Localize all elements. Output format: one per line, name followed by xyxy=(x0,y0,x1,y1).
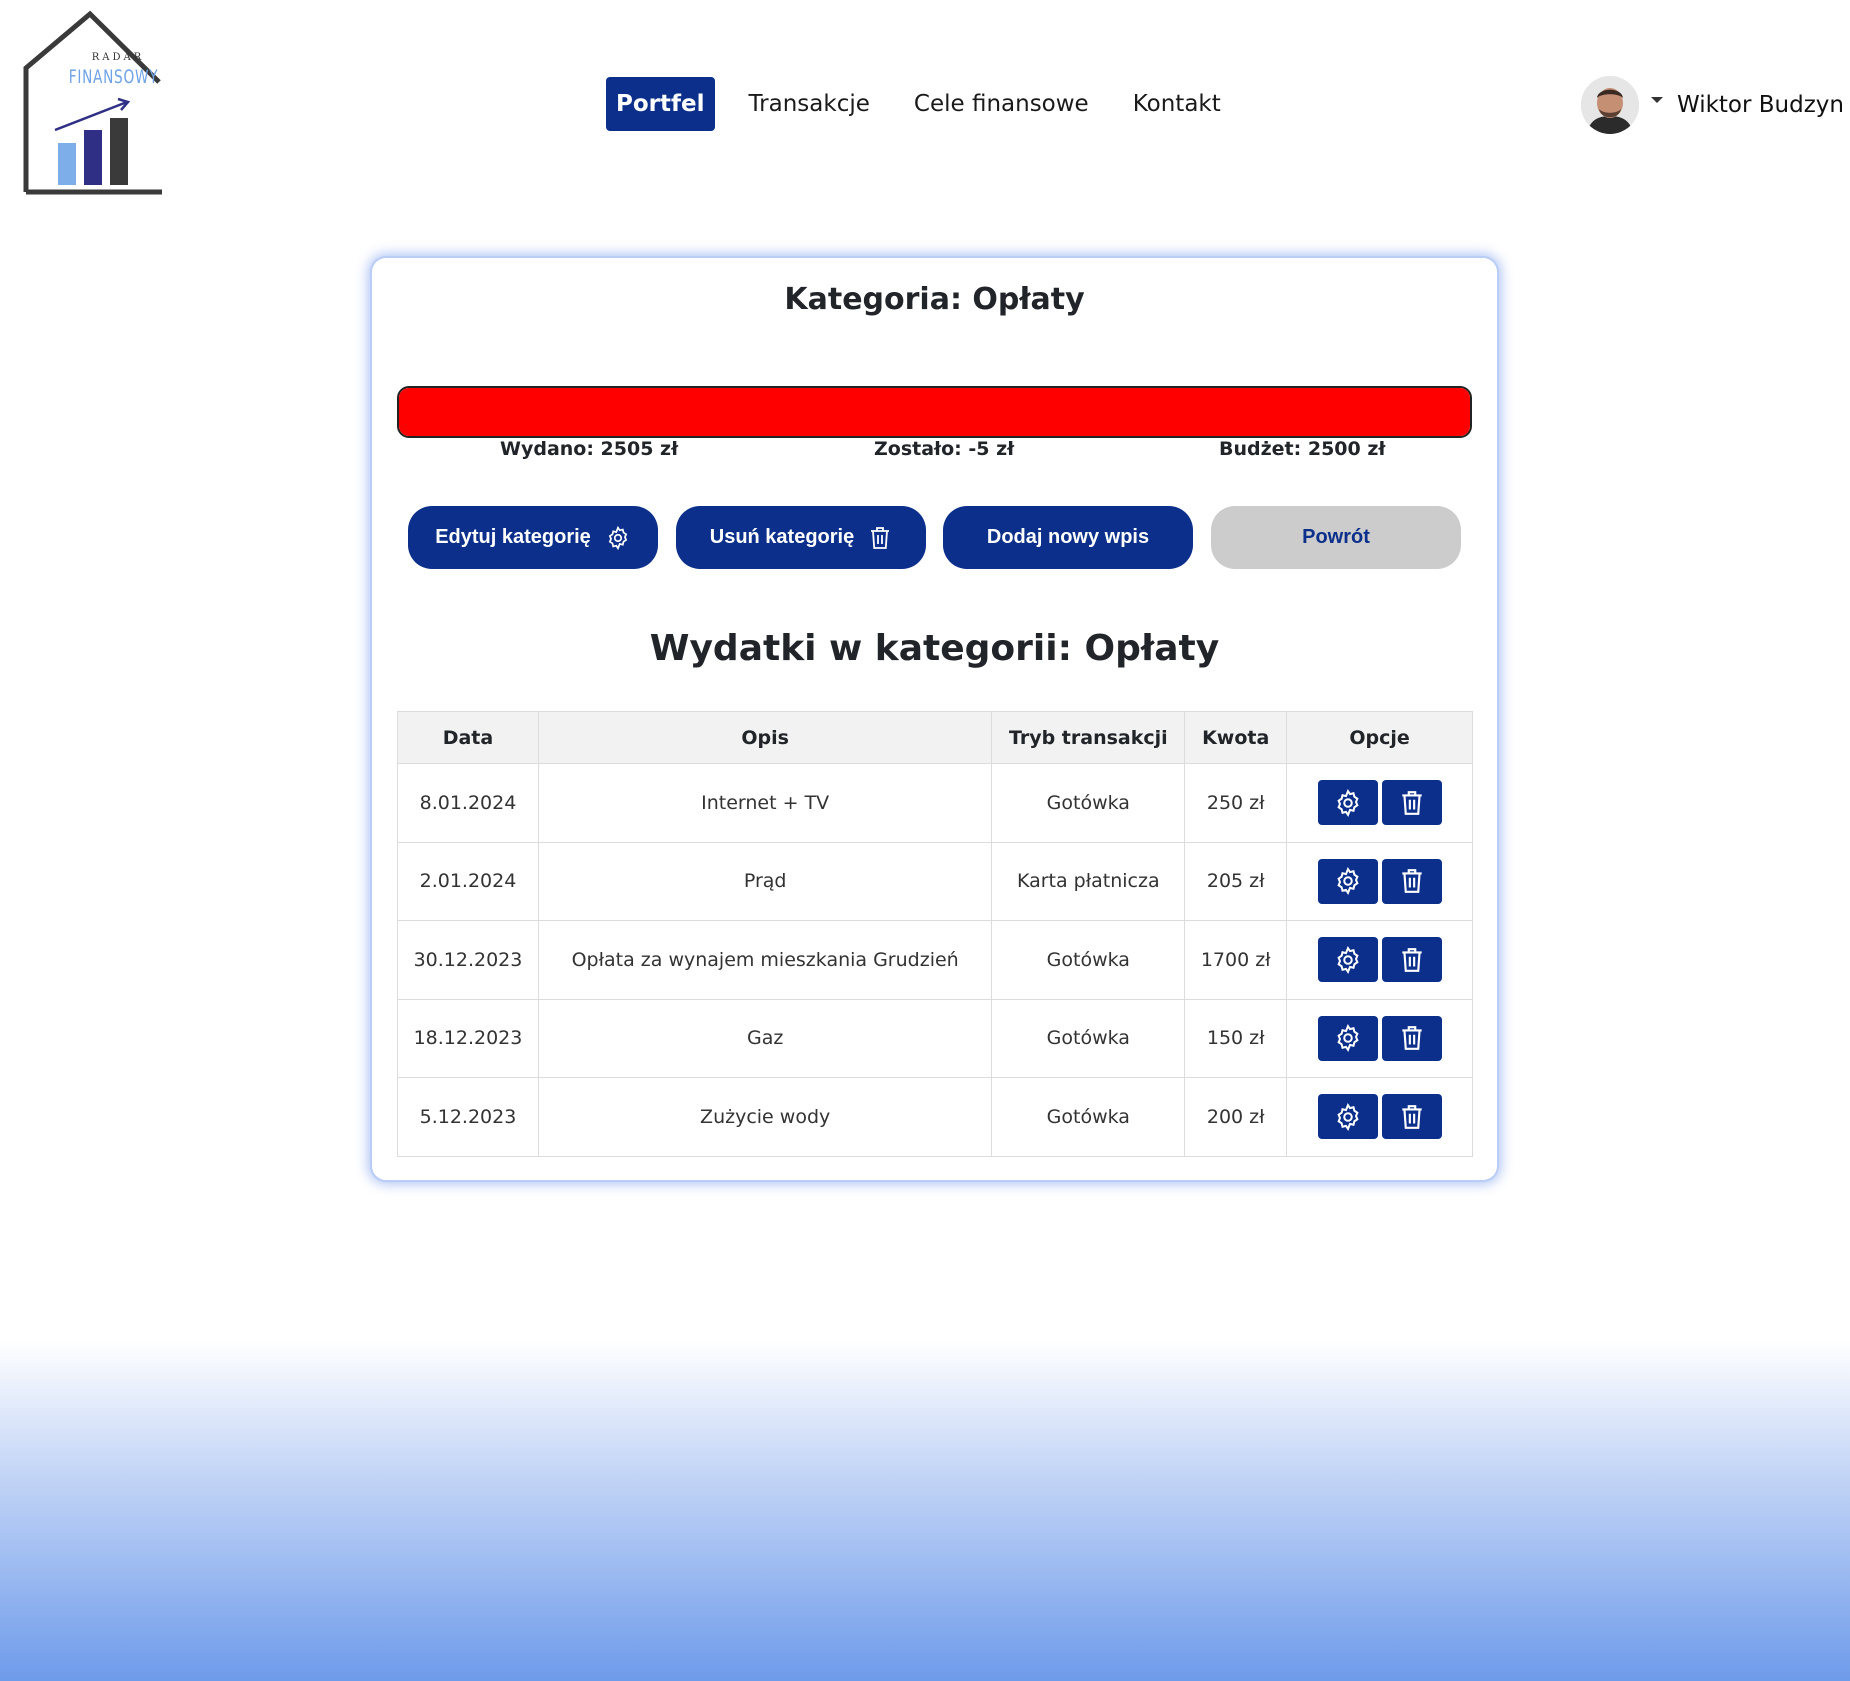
edit-entry-button[interactable] xyxy=(1317,1015,1378,1061)
gear-icon xyxy=(1336,788,1359,817)
cell-amount: 200 zł xyxy=(1184,1077,1288,1157)
cell-options xyxy=(1286,998,1473,1078)
budget-progress-bar xyxy=(397,386,1472,438)
expenses-title: Wydatki w kategorii: Opłaty xyxy=(649,628,1220,669)
add-entry-button[interactable]: Dodaj nowy wpis xyxy=(943,506,1193,569)
avatar[interactable] xyxy=(1580,76,1639,134)
trash-icon xyxy=(1401,1026,1422,1051)
user-menu[interactable]: Wiktor Budzyn xyxy=(1580,76,1844,134)
cell-description: Opłata za wynajem mieszkania Grudzień xyxy=(537,920,993,1000)
table-row: 8.01.2024 Internet + TV Gotówka 250 zł xyxy=(397,763,1473,843)
trash-icon xyxy=(1401,869,1422,894)
cell-date: 18.12.2023 xyxy=(397,998,539,1078)
remaining-label: Zostało: -5 zł xyxy=(874,438,1015,460)
category-title: Kategoria: Opłaty xyxy=(784,282,1085,317)
table-header-row: Data Opis Tryb transakcji Kwota Opcje xyxy=(397,711,1473,764)
table-row: 30.12.2023 Opłata za wynajem mieszkania … xyxy=(397,920,1473,1000)
delete-entry-button[interactable] xyxy=(1381,858,1442,904)
nav-cele-finansowe[interactable]: Cele finansowe xyxy=(904,77,1099,131)
delete-category-button[interactable]: Usuń kategorię xyxy=(676,506,926,569)
column-header-tryb: Tryb transakcji xyxy=(991,711,1186,764)
cell-date: 2.01.2024 xyxy=(397,841,539,921)
delete-entry-button[interactable] xyxy=(1381,1015,1442,1061)
budget-label: Budżet: 2500 zł xyxy=(1219,438,1386,460)
delete-category-label: Usuń kategorię xyxy=(709,526,855,548)
edit-entry-button[interactable] xyxy=(1317,1094,1378,1140)
cell-transaction-mode: Gotówka xyxy=(991,763,1186,843)
back-label: Powrót xyxy=(1302,526,1370,548)
trash-icon xyxy=(1401,1104,1422,1129)
nav-kontakt[interactable]: Kontakt xyxy=(1123,77,1231,131)
cell-description: Internet + TV xyxy=(537,763,993,843)
spent-label: Wydano: 2505 zł xyxy=(500,438,679,460)
delete-entry-button[interactable] xyxy=(1381,780,1442,826)
cell-transaction-mode: Gotówka xyxy=(991,1077,1186,1157)
cell-options xyxy=(1286,1077,1473,1157)
cell-description: Gaz xyxy=(537,998,993,1078)
trash-icon xyxy=(1401,947,1422,972)
column-header-opcje: Opcje xyxy=(1286,711,1473,764)
cell-options xyxy=(1286,841,1473,921)
expenses-table: Data Opis Tryb transakcji Kwota Opcje 8.… xyxy=(397,711,1473,1157)
logo-radar-text: RADAR xyxy=(91,52,145,63)
delete-entry-button[interactable] xyxy=(1381,1094,1442,1140)
back-button[interactable]: Powrót xyxy=(1211,506,1461,569)
user-avatar-icon xyxy=(1580,76,1639,134)
main-nav: Portfel Transakcje Cele finansowe Kontak… xyxy=(606,77,1255,131)
cell-transaction-mode: Karta płatnicza xyxy=(991,841,1186,921)
cell-description: Prąd xyxy=(537,841,993,921)
table-row: 2.01.2024 Prąd Karta płatnicza 205 zł xyxy=(397,841,1473,921)
gear-icon xyxy=(1336,1102,1359,1131)
gear-icon xyxy=(1336,867,1359,896)
user-name[interactable]: Wiktor Budzyn xyxy=(1677,92,1844,118)
cell-amount: 150 zł xyxy=(1184,998,1288,1078)
trash-icon xyxy=(1401,790,1422,815)
logo[interactable]: RADAR FINANSOWY xyxy=(22,10,167,200)
chevron-down-icon[interactable] xyxy=(1650,97,1663,103)
nav-portfel[interactable]: Portfel xyxy=(606,77,715,131)
gear-icon xyxy=(605,525,631,551)
trash-icon xyxy=(868,525,892,551)
table-row: 18.12.2023 Gaz Gotówka 150 zł xyxy=(397,998,1473,1078)
cell-date: 8.01.2024 xyxy=(397,763,539,843)
edit-category-button[interactable]: Edytuj kategorię xyxy=(408,506,658,569)
table-row: 5.12.2023 Zużycie wody Gotówka 200 zł xyxy=(397,1077,1473,1157)
edit-category-label: Edytuj kategorię xyxy=(435,526,591,548)
cell-options xyxy=(1286,920,1473,1000)
cell-date: 5.12.2023 xyxy=(397,1077,539,1157)
delete-entry-button[interactable] xyxy=(1381,937,1442,983)
cell-date: 30.12.2023 xyxy=(397,920,539,1000)
edit-entry-button[interactable] xyxy=(1317,937,1378,983)
column-header-data: Data xyxy=(397,711,539,764)
cell-amount: 205 zł xyxy=(1184,841,1288,921)
column-header-kwota: Kwota xyxy=(1184,711,1288,764)
cell-description: Zużycie wody xyxy=(537,1077,993,1157)
logo-house-icon xyxy=(23,10,162,195)
cell-transaction-mode: Gotówka xyxy=(991,920,1186,1000)
edit-entry-button[interactable] xyxy=(1317,858,1378,904)
gear-icon xyxy=(1336,945,1359,974)
cell-transaction-mode: Gotówka xyxy=(991,998,1186,1078)
gear-icon xyxy=(1336,1024,1359,1053)
nav-transakcje[interactable]: Transakcje xyxy=(739,77,880,131)
edit-entry-button[interactable] xyxy=(1317,780,1378,826)
logo-finansowy-text: FINANSOWY xyxy=(68,66,159,88)
cell-options xyxy=(1286,763,1473,843)
cell-amount: 1700 zł xyxy=(1184,920,1288,1000)
column-header-opis: Opis xyxy=(537,711,993,764)
budget-progress-fill xyxy=(399,388,1470,436)
add-entry-label: Dodaj nowy wpis xyxy=(986,526,1150,548)
cell-amount: 250 zł xyxy=(1184,763,1288,843)
